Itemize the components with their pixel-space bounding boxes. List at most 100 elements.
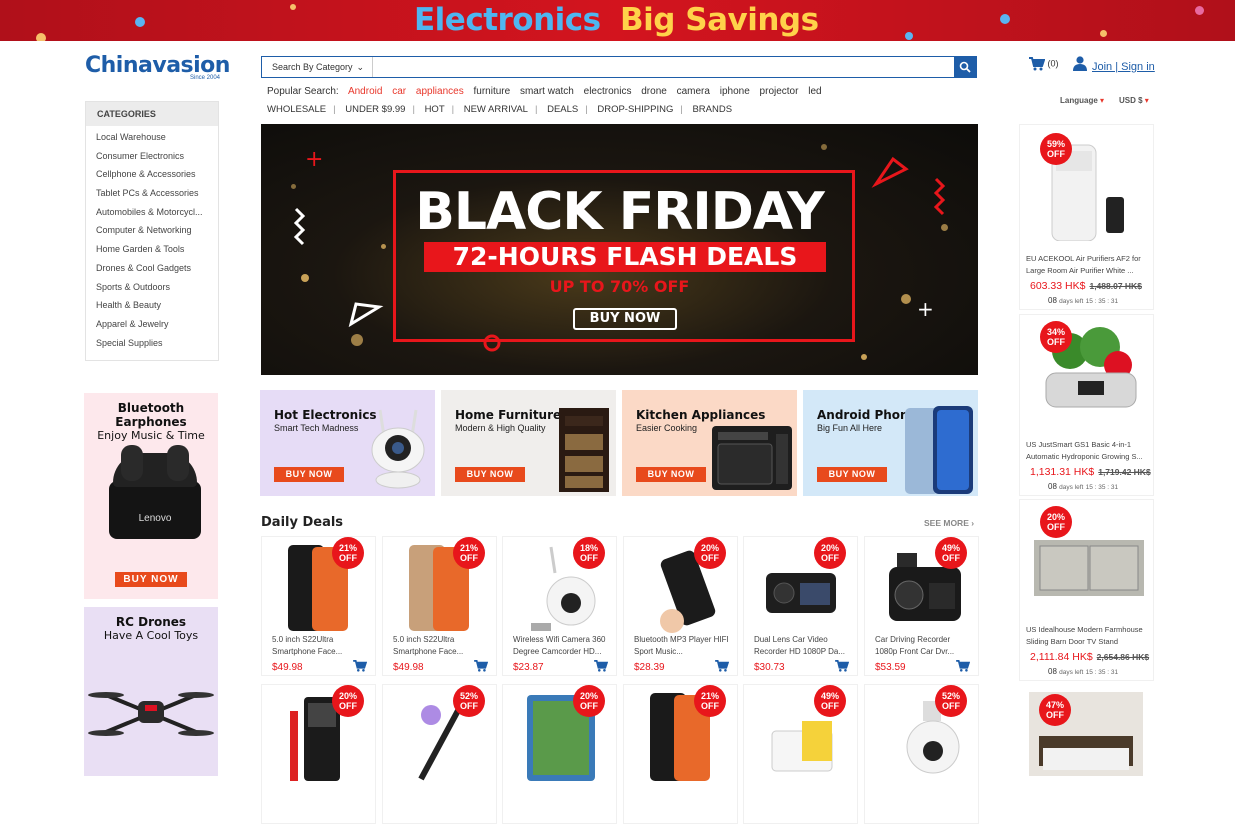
popular-term[interactable]: iphone [720,86,750,97]
discount-badge: 59% OFF [1040,133,1072,165]
deal-countdown: 08 days left 15 : 35 : 31 [1048,667,1119,676]
promo-title: Kitchen Appliances [636,408,766,422]
see-more-link[interactable]: SEE MORE › [924,518,974,528]
promo-buy-button[interactable]: BUY NOW [274,467,344,482]
deal-name: Bluetooth MP3 Player HIFI Sport Music... [634,635,729,656]
left-ad-title: Bluetooth Earphones [115,401,187,429]
promo-buy-button[interactable]: BUY NOW [636,467,706,482]
hero-discount: UP TO 70% OFF [549,277,690,296]
flash-deal-card[interactable]: 34% OFF US JustSmart GS1 Basic 4-in-1 Aut… [1019,314,1154,496]
category-item[interactable]: Automobiles & Motorcycl... [86,203,218,222]
subnav-under-999[interactable]: UNDER $9.99 [345,104,405,115]
account-link[interactable]: Join | Sign in [1073,56,1155,74]
flash-deal-card[interactable]: 59% OFF EU ACEKOOL Air Purifiers AF2 for … [1019,124,1154,310]
deal-price: $28.39 [634,662,665,673]
popular-term[interactable]: furniture [473,86,510,97]
promo-kitchen-appliances[interactable]: Kitchen Appliances Easier Cooking BUY NO… [622,390,797,496]
subnav-wholesale[interactable]: WHOLESALE [267,104,326,115]
search-category-select[interactable]: Search By Category ⌄ [262,57,373,77]
add-to-cart-icon[interactable] [474,660,488,672]
add-to-cart-icon[interactable] [956,660,970,672]
deal-price: $23.87 [513,662,544,673]
popular-term[interactable]: electronics [584,86,632,97]
deal-card[interactable]: 20% OFF Dual Lens Car Video Recorder HD 1… [743,536,858,676]
subnav-hot[interactable]: HOT [425,104,445,115]
join-sign-in-link[interactable]: Join | Sign in [1092,61,1155,73]
popular-term[interactable]: led [808,86,821,97]
hero-banner-black-friday[interactable]: + + BLACK FRIDAY 72-HOURS FLASH DEALS UP… [261,124,978,375]
deal-card[interactable]: 49% OFF Car Driving Recorder 1080p Front … [864,536,979,676]
deal-card[interactable]: 52% OFF [864,684,979,824]
category-item[interactable]: Tablet PCs & Accessories [86,184,218,203]
language-select[interactable]: Language ▾ [1060,96,1104,105]
deal-name: US Idealhouse Modern Farmhouse Sliding B… [1026,625,1143,646]
categories-title: CATEGORIES [86,102,218,126]
search-bar: Search By Category ⌄ [261,56,977,78]
popular-term[interactable]: appliances [416,86,464,97]
category-item[interactable]: Consumer Electronics [86,147,218,166]
add-to-cart-icon[interactable] [715,660,729,672]
hero-title: BLACK FRIDAY [415,182,825,242]
deal-price: $49.98 [272,662,303,673]
subnav-brands[interactable]: BRANDS [692,104,732,115]
promo-android-phones[interactable]: Android Phones Big Fun All Here BUY NOW [803,390,978,496]
discount-badge: 20% OFF [332,685,364,717]
currency-label: USD $ [1119,96,1143,105]
logo-since: Since 2004 [190,75,221,81]
discount-badge: 20% OFF [1040,506,1072,538]
promo-buy-button[interactable]: BUY NOW [455,467,525,482]
flash-deal-card[interactable]: 20% OFF US Idealhouse Modern Farmhouse Sl… [1019,499,1154,681]
cart-button[interactable]: (0) [1029,57,1059,71]
promo-home-furniture[interactable]: Home Furniture Modern & High Quality BUY… [441,390,616,496]
popular-term[interactable]: camera [677,86,710,97]
category-item[interactable]: Computer & Networking [86,221,218,240]
category-item[interactable]: Special Supplies [86,334,218,353]
add-to-cart-icon[interactable] [835,660,849,672]
deal-card[interactable]: 52% OFF [382,684,497,824]
popular-term[interactable]: car [392,86,406,97]
subnav-drop-shipping[interactable]: DROP-SHIPPING [597,104,673,115]
deal-card[interactable]: 49% OFF [743,684,858,824]
category-item[interactable]: Drones & Cool Gadgets [86,259,218,278]
cart-count: (0) [1047,58,1059,69]
popular-term[interactable]: smart watch [520,86,574,97]
search-category-label: Search By Category [272,62,353,72]
currency-select[interactable]: USD $ ▾ [1119,96,1149,105]
promo-hot-electronics[interactable]: Hot Electronics Smart Tech Madness BUY N… [260,390,435,496]
popular-term[interactable]: projector [760,86,799,97]
left-ad-buy-button[interactable]: BUY NOW [115,572,187,587]
deal-card[interactable]: 18% OFF Wireless Wifi Camera 360 Degree C… [502,536,617,676]
left-ad-drones[interactable]: RC Drones Have A Cool Toys [84,607,218,776]
deal-card[interactable]: 21% OFF 5.0 inch S22Ultra Smartphone Face… [382,536,497,676]
add-to-cart-icon[interactable] [594,660,608,672]
category-item[interactable]: Home Garden & Tools [86,240,218,259]
deal-card[interactable]: 20% OFF Bluetooth MP3 Player HIFI Sport M… [623,536,738,676]
top-promo-banner[interactable]: Electronics Big Savings [0,0,1235,41]
promo-title: Hot Electronics [274,408,377,422]
search-button[interactable] [954,57,976,77]
add-to-cart-icon[interactable] [353,660,367,672]
flash-deal-card[interactable]: 47% OFF [1019,686,1154,776]
promo-buy-button[interactable]: BUY NOW [817,467,887,482]
categories-panel: CATEGORIES Local Warehouse Consumer Elec… [85,101,219,361]
hero-subtitle: 72-HOURS FLASH DEALS [424,242,826,272]
cart-icon [1029,57,1046,71]
category-item[interactable]: Local Warehouse [86,128,218,147]
deal-price: 1,131.31 HK$ 1,719.42 HK$ [1030,466,1151,478]
deal-card[interactable]: 20% OFF [261,684,376,824]
deal-card[interactable]: 21% OFF 5.0 inch S22Ultra Smartphone Face… [261,536,376,676]
deal-card[interactable]: 20% OFF [502,684,617,824]
deal-card[interactable]: 21% OFF [623,684,738,824]
discount-badge: 49% OFF [814,685,846,717]
left-ad-earphones[interactable]: Bluetooth Earphones Enjoy Music & Time L… [84,393,218,599]
category-item[interactable]: Apparel & Jewelry [86,315,218,334]
popular-term[interactable]: Android [348,86,382,97]
hero-buy-now-button[interactable]: BUY NOW [573,308,677,330]
category-item[interactable]: Sports & Outdoors [86,278,218,297]
subnav-deals[interactable]: DEALS [547,104,578,115]
subnav-new-arrival[interactable]: NEW ARRIVAL [464,104,528,115]
popular-term[interactable]: drone [641,86,667,97]
search-input[interactable] [374,57,954,77]
category-item[interactable]: Cellphone & Accessories [86,165,218,184]
category-item[interactable]: Health & Beauty [86,296,218,315]
